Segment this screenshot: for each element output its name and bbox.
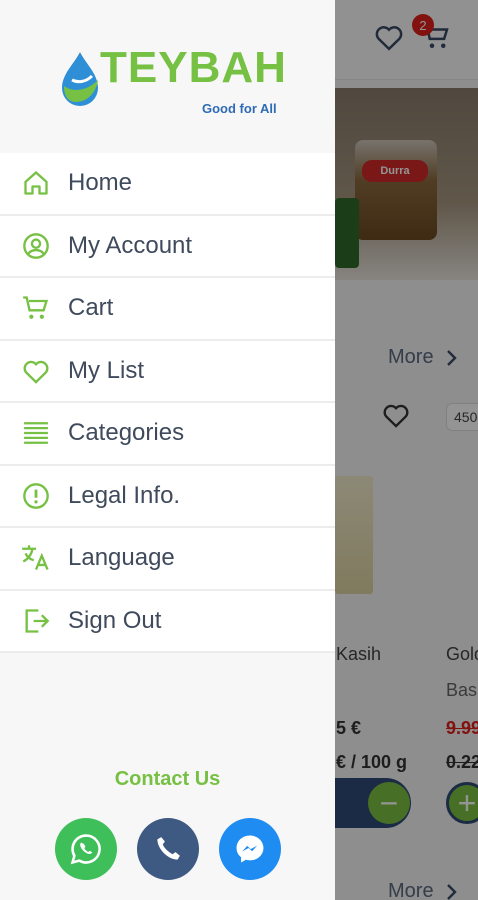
heart-icon <box>21 356 51 386</box>
list-icon <box>21 418 51 448</box>
sign-out-icon <box>21 606 51 636</box>
app-logo: TEYBAH Good for All <box>50 46 290 116</box>
menu-item-label: My Account <box>68 231 193 259</box>
menu-item-label: Home <box>68 169 133 197</box>
menu-item-categories[interactable]: Categories <box>0 403 335 466</box>
home-icon <box>21 168 51 198</box>
account-icon <box>21 231 51 261</box>
menu-item-home[interactable]: Home <box>0 153 335 216</box>
whatsapp-button[interactable] <box>55 818 117 880</box>
menu-item-label: Sign Out <box>68 606 162 634</box>
navigation-drawer: TEYBAH Good for All Home My Account Cart <box>0 0 335 900</box>
messenger-button[interactable] <box>219 818 281 880</box>
menu-item-label: Categories <box>68 419 185 447</box>
logo-wordmark: TEYBAH <box>100 43 287 92</box>
translate-icon <box>21 543 51 573</box>
drawer-menu: Home My Account Cart My List Categories <box>0 153 335 653</box>
whatsapp-icon <box>70 834 101 865</box>
drawer-scrim[interactable] <box>335 0 478 900</box>
menu-item-label: Language <box>68 544 175 572</box>
contact-buttons <box>55 818 281 880</box>
menu-item-my-list[interactable]: My List <box>0 340 335 403</box>
menu-item-my-account[interactable]: My Account <box>0 215 335 278</box>
menu-item-label: Legal Info. <box>68 481 181 509</box>
menu-item-sign-out[interactable]: Sign Out <box>0 590 335 653</box>
contact-us-heading: Contact Us <box>114 768 221 790</box>
phone-icon <box>157 837 180 860</box>
menu-item-label: My List <box>68 356 145 384</box>
messenger-icon <box>236 835 264 863</box>
menu-item-legal-info[interactable]: Legal Info. <box>0 465 335 528</box>
menu-item-label: Cart <box>68 294 114 322</box>
info-icon <box>21 481 51 511</box>
logo-tagline: Good for All <box>202 101 277 116</box>
phone-button[interactable] <box>137 818 199 880</box>
cart-icon <box>21 293 51 323</box>
menu-item-language[interactable]: Language <box>0 528 335 591</box>
menu-item-cart[interactable]: Cart <box>0 278 335 341</box>
